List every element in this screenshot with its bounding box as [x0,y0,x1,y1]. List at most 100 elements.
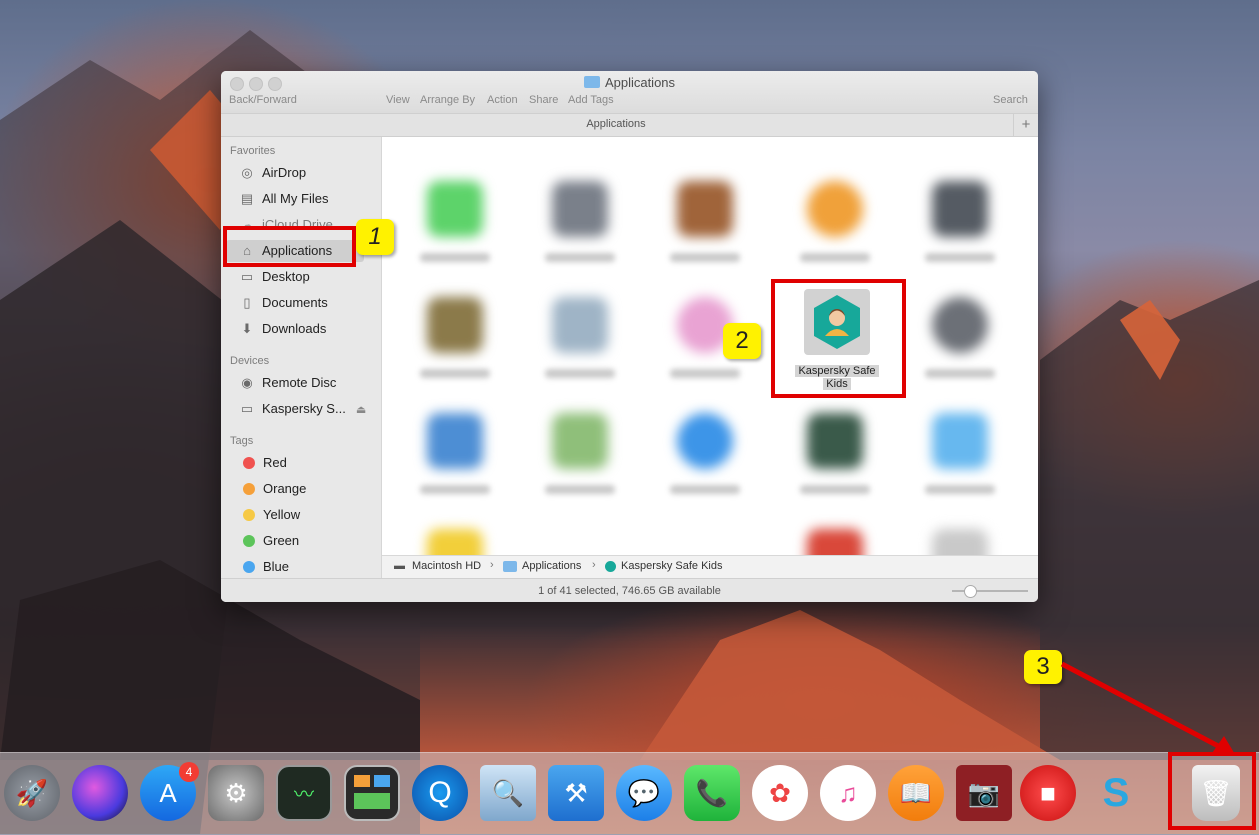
mission-control-tile [374,775,390,787]
app-label [420,369,490,378]
share-button[interactable]: Share [529,94,558,106]
app-icon[interactable] [807,181,863,237]
sidebar-item-desktop[interactable]: ▭ Desktop [238,266,310,288]
app-icon[interactable] [427,297,483,353]
new-tab-button[interactable]: + [1013,114,1038,136]
launchpad-icon[interactable]: 🚀 [4,765,60,821]
app-label [545,253,615,262]
path-item-kaspersky-safe-kids[interactable]: Kaspersky Safe Kids [621,560,723,572]
itunes-icon[interactable]: ♫ [820,765,876,821]
mission-control-tile [354,793,390,809]
app-label [800,253,870,262]
app-grid: Kaspersky Safe Kids [382,137,1038,555]
app-label [670,485,740,494]
tag-label: Red [263,455,287,470]
path-item-macintosh-hd[interactable]: Macintosh HD [412,560,481,572]
screenflow-icon[interactable]: S [1088,765,1144,821]
siri-icon[interactable] [72,765,128,821]
downloads-icon: ⬇ [241,321,253,336]
eject-icon[interactable]: ⏏ [356,404,366,416]
sidebar-item-all-my-files[interactable]: ▤ All My Files [238,188,329,210]
app-icon[interactable] [932,181,988,237]
app-label [670,369,740,378]
app-icon[interactable] [932,529,988,555]
app-icon[interactable] [807,413,863,469]
dock: 🚀 A 4 ⚙ 〰 Q 🔍 ⚒ 💬 📞 ✿ ♫ 📖 📷 ■ S 🗑 [0,752,1259,835]
app-icon[interactable] [677,181,733,237]
app-icon[interactable] [427,181,483,237]
sidebar: Favorites ◎ AirDrop ▤ All My Files ☁ iCloud… [221,137,382,602]
add-tags-button[interactable]: Add Tags [568,94,614,106]
sidebar-item-airdrop[interactable]: ◎ AirDrop [238,162,306,184]
app-icon[interactable] [932,413,988,469]
path-item-applications[interactable]: Applications [522,560,581,572]
hard-drive-icon: ▬ [394,560,405,572]
app-label [925,253,995,262]
desktop-icon: ▭ [240,269,254,284]
status-bar: 1 of 41 selected, 746.65 GB available [221,578,1038,602]
view-button[interactable]: View [386,94,410,106]
folder-icon [583,76,600,88]
devices-header: Devices [230,355,270,367]
path-header: Applications + [221,114,1038,137]
tag-label: Blue [263,559,290,574]
arrange-by-button[interactable]: Arrange By [420,94,475,106]
tag-red-dot [243,457,255,469]
finder-window: Applications Back/Forward View Arrange B… [221,71,1038,602]
airdrop-icon: ◎ [241,165,253,180]
photos-icon[interactable]: ✿ [752,765,808,821]
facetime-icon[interactable]: 📞 [684,765,740,821]
app-icon[interactable] [552,181,608,237]
back-forward-button[interactable]: Back/Forward [229,94,297,106]
documents-icon: ▯ [243,295,251,310]
search-field[interactable]: Search [993,94,1028,106]
app-label [925,369,995,378]
sidebar-item-remote-disc[interactable]: ◉ Remote Disc [238,372,336,394]
activity-monitor-icon[interactable]: 〰 [276,765,332,821]
mission-control-tile [354,775,370,787]
path-separator: › [592,559,596,571]
annotation-box-kaspersky [771,279,906,398]
app-icon[interactable] [552,413,608,469]
tag-label: Green [263,533,300,548]
all-files-icon: ▤ [240,191,254,206]
annotation-box-applications [223,226,356,267]
folder-icon [503,561,517,572]
app-icon[interactable] [552,297,608,353]
kaspersky-icon [605,561,616,572]
tag-yellow-dot [243,509,255,521]
quicktime-icon[interactable]: Q [412,765,468,821]
xcode-icon[interactable]: ⚒ [548,765,604,821]
app-icon[interactable] [427,529,483,555]
app-store-badge: 4 [179,762,199,782]
tags-header: Tags [230,435,254,447]
app-label [545,485,615,494]
app-icon[interactable] [932,297,988,353]
app-label [800,485,870,494]
system-preferences-icon[interactable]: ⚙ [208,765,264,821]
annotation-box-trash [1168,752,1256,830]
app-icon[interactable] [677,413,733,469]
tag-label: Yellow [263,507,301,522]
action-button[interactable]: Action [487,94,518,106]
slider-knob[interactable] [964,585,977,598]
mission-control-icon[interactable] [344,765,400,821]
icon-size-slider[interactable] [952,585,1028,598]
recorder-icon[interactable]: ■ [1020,765,1076,821]
ibooks-icon[interactable]: 📖 [888,765,944,821]
messages-icon[interactable]: 💬 [616,765,672,821]
drive-icon: ▭ [240,401,254,416]
sidebar-item-downloads[interactable]: ⬇ Downloads [238,318,327,340]
app-label [925,485,995,494]
app-icon[interactable] [807,529,863,555]
app-icon[interactable] [427,413,483,469]
sidebar-item-kaspersky-drive[interactable]: ▭ Kaspersky S... ⏏ [238,398,366,420]
photo-booth-icon[interactable]: 📷 [956,765,1012,821]
favorites-header: Favorites [230,145,276,157]
app-label [420,485,490,494]
sidebar-item-documents[interactable]: ▯ Documents [238,292,327,314]
preview-icon[interactable]: 🔍 [480,765,536,821]
app-label [670,253,740,262]
tag-orange-dot [243,483,255,495]
tag-green-dot [243,535,255,547]
